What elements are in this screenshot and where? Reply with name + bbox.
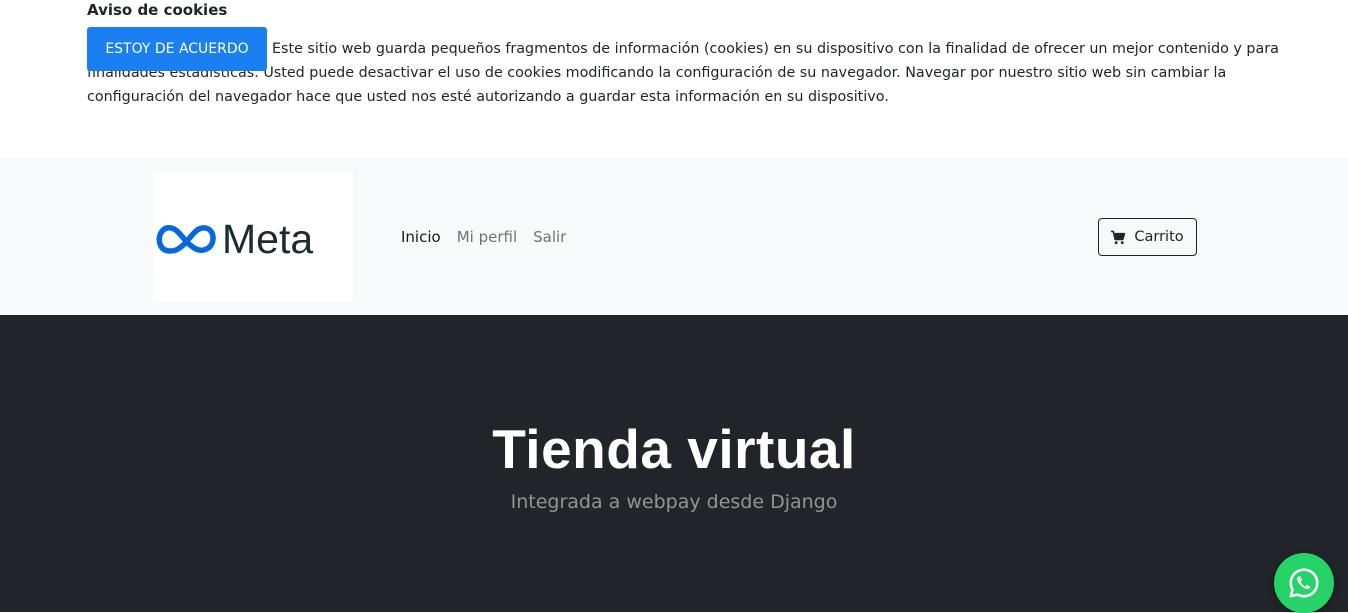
- nav-links: Inicio Mi perfil Salir: [401, 228, 566, 246]
- whatsapp-icon: [1289, 568, 1319, 598]
- hero-title: Tienda virtual: [492, 418, 856, 480]
- cookie-notice: Aviso de cookies Este sitio web guarda p…: [0, 0, 1348, 159]
- cookie-notice-text: Este sitio web guarda pequeños fragmento…: [87, 41, 1279, 105]
- nav-link-salir[interactable]: Salir: [533, 228, 566, 246]
- hero-header: Tienda virtual Integrada a webpay desde …: [0, 315, 1348, 612]
- cart-button-label: Carrito: [1134, 229, 1184, 245]
- accept-cookies-button[interactable]: ESTOY DE ACUERDO: [87, 27, 267, 71]
- cookie-notice-title: Aviso de cookies: [87, 1, 228, 19]
- whatsapp-button[interactable]: [1274, 553, 1334, 613]
- shopping-cart-icon: [1111, 230, 1126, 244]
- meta-logo-icon: Meta: [156, 219, 313, 259]
- logo[interactable]: Meta: [153, 172, 353, 302]
- nav-link-mi-perfil[interactable]: Mi perfil: [457, 228, 517, 246]
- nav-link-inicio[interactable]: Inicio: [401, 228, 441, 246]
- cart-button[interactable]: Carrito: [1098, 218, 1197, 256]
- hero-subtitle: Integrada a webpay desde Django: [510, 491, 838, 513]
- logo-text: Meta: [222, 219, 313, 259]
- navbar: Meta Inicio Mi perfil Salir Carrito: [0, 159, 1348, 315]
